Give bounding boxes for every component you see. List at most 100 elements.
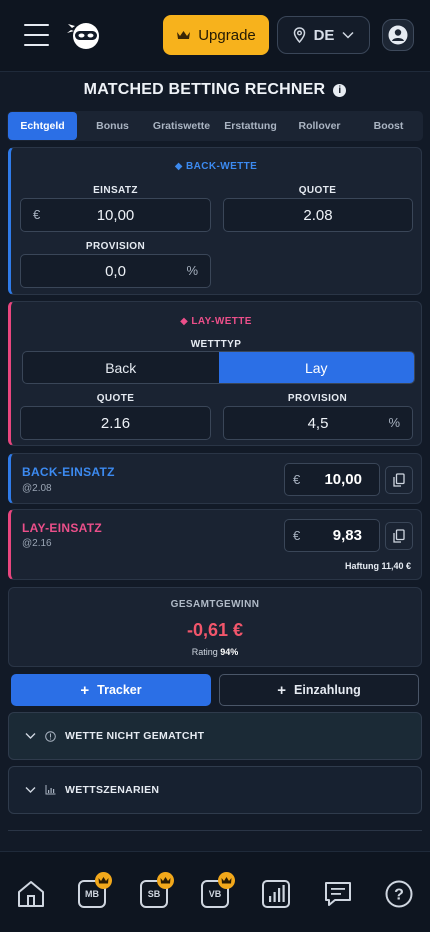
tab-gratiswette[interactable]: Gratiswette	[147, 111, 216, 141]
back-stake-value: 10,00	[96, 207, 135, 224]
bet-type-lay-option[interactable]: Lay	[218, 352, 414, 383]
home-icon	[18, 881, 44, 907]
tab-erstattung[interactable]: Erstattung	[216, 111, 285, 141]
accordion-bet-scenarios[interactable]: WETTSZENARIEN	[8, 766, 422, 814]
nav-matched-betting[interactable]: MB	[74, 872, 112, 912]
tracker-label: Tracker	[97, 683, 142, 697]
deposit-label: Einzahlung	[294, 683, 361, 697]
accordion-not-matched-label: WETTE NICHT GEMATCHT	[65, 730, 205, 742]
region-selector[interactable]: DE	[277, 16, 370, 54]
rating-value: 94%	[220, 647, 239, 657]
back-odds-input[interactable]: 2.08	[223, 198, 413, 232]
lay-bet-heading: ◆ LAY-WETTE	[180, 316, 252, 327]
lay-stake-result-card: LAY-EINSATZ @2.16 € 9,83 Haftung 11,40 €	[8, 509, 422, 580]
back-odds-value: 2.08	[303, 207, 333, 224]
plus-icon: +	[80, 681, 90, 699]
premium-crown-icon	[218, 872, 235, 889]
lay-odds-input[interactable]: 2.16	[20, 406, 211, 440]
nav-value-bets[interactable]: VB	[197, 872, 235, 912]
liability-text: Haftung 11,40 €	[344, 561, 411, 571]
top-bar: Upgrade DE	[0, 0, 430, 72]
plus-icon: +	[277, 681, 287, 699]
lay-stake-amount-box: € 9,83	[284, 519, 380, 552]
location-pin-icon	[293, 27, 305, 43]
ninja-logo-icon[interactable]	[66, 18, 102, 54]
back-stake-input[interactable]: € 10,00	[20, 198, 211, 232]
nav-sure-bets[interactable]: SB	[136, 872, 174, 912]
help-icon: ?	[385, 880, 413, 908]
copy-back-stake-button[interactable]	[385, 466, 413, 494]
bet-type-back-option[interactable]: Back	[23, 352, 219, 383]
rating-row: Rating 94%	[9, 647, 421, 657]
lay-commission-value: 4,5	[307, 415, 329, 432]
upgrade-label: Upgrade	[198, 26, 256, 44]
chart-icon	[45, 785, 56, 795]
lay-bet-card: ◆ LAY-WETTE WETTTYP Back Lay QUOTE 2.16 …	[8, 301, 422, 446]
tab-echtgeld[interactable]: Echtgeld	[8, 112, 77, 140]
lay-odds-value: 2.16	[100, 415, 131, 432]
crown-icon	[177, 31, 191, 39]
lay-stake-amount: 9,83	[332, 527, 362, 544]
tab-boost[interactable]: Boost	[354, 111, 423, 141]
accordion-scenarios-label: WETTSZENARIEN	[65, 784, 160, 796]
bet-type-tabs: Echtgeld Bonus Gratiswette Erstattung Ro…	[7, 111, 423, 141]
user-icon	[388, 25, 408, 45]
lay-odds-label: QUOTE	[96, 393, 135, 404]
stats-icon	[262, 880, 290, 908]
back-stake-amount-box: € 10,00	[284, 463, 380, 496]
info-circle-icon	[45, 730, 56, 742]
total-profit-label: GESAMTGEWINN	[170, 599, 260, 610]
chat-icon	[325, 882, 351, 906]
back-stake-odds: @2.08	[22, 483, 52, 494]
page-title-text: MATCHED BETTING RECHNER	[83, 81, 326, 98]
help-glyph: ?	[394, 887, 404, 904]
back-stake-label: EINSATZ	[93, 185, 138, 196]
back-stake-title: BACK-EINSATZ	[22, 465, 115, 479]
user-avatar-button[interactable]	[382, 19, 414, 51]
percent-symbol: %	[388, 415, 400, 430]
back-odds-label: QUOTE	[298, 185, 337, 196]
add-tracker-button[interactable]: + Tracker	[11, 674, 211, 706]
total-profit-value: -0,61 €	[186, 620, 244, 640]
back-commission-value: 0,0	[105, 263, 126, 280]
back-stake-amount: 10,00	[324, 471, 362, 488]
chevron-down-icon	[25, 733, 36, 739]
nav-messages[interactable]	[320, 876, 356, 912]
tab-rollover[interactable]: Rollover	[285, 111, 354, 141]
add-deposit-button[interactable]: + Einzahlung	[219, 674, 419, 706]
back-bet-card: ◆ BACK-WETTE EINSATZ € 10,00 QUOTE 2.08 …	[8, 147, 422, 295]
nav-statistics[interactable]	[258, 876, 294, 912]
back-commission-label: PROVISION	[85, 241, 146, 252]
percent-symbol: %	[186, 263, 198, 278]
region-label: DE	[313, 26, 335, 44]
chevron-down-icon	[342, 31, 354, 39]
accordion-bet-not-matched[interactable]: WETTE NICHT GEMATCHT	[8, 712, 422, 760]
menu-icon[interactable]	[24, 24, 49, 46]
section-divider	[8, 830, 422, 831]
nav-help[interactable]: ?	[381, 876, 417, 912]
premium-crown-icon	[157, 872, 174, 889]
chevron-down-icon	[25, 787, 36, 793]
lay-commission-label: PROVISION	[287, 393, 348, 404]
lay-stake-odds: @2.16	[22, 538, 52, 549]
copy-icon	[393, 473, 405, 487]
lay-stake-title: LAY-EINSATZ	[22, 521, 102, 535]
tab-bonus[interactable]: Bonus	[78, 111, 147, 141]
bet-type-label: WETTTYP	[190, 339, 242, 350]
total-profit-card: GESAMTGEWINN -0,61 € Rating 94%	[8, 587, 422, 667]
copy-lay-stake-button[interactable]	[385, 522, 413, 550]
bottom-navigation: MB SB VB ?	[0, 851, 430, 932]
upgrade-button[interactable]: Upgrade	[163, 15, 269, 55]
info-icon[interactable]: i	[333, 83, 347, 97]
rating-label: Rating	[191, 647, 218, 657]
bet-type-toggle: Back Lay	[22, 351, 415, 384]
premium-crown-icon	[95, 872, 112, 889]
back-bet-heading: ◆ BACK-WETTE	[174, 161, 258, 172]
currency-symbol: €	[293, 528, 301, 543]
back-commission-input[interactable]: 0,0 %	[20, 254, 211, 288]
lay-commission-input[interactable]: 4,5 %	[223, 406, 413, 440]
page-title: MATCHED BETTING RECHNER i	[0, 81, 430, 99]
copy-icon	[393, 529, 405, 543]
nav-home[interactable]	[13, 876, 49, 912]
back-stake-result-card: BACK-EINSATZ @2.08 € 10,00	[8, 453, 422, 504]
